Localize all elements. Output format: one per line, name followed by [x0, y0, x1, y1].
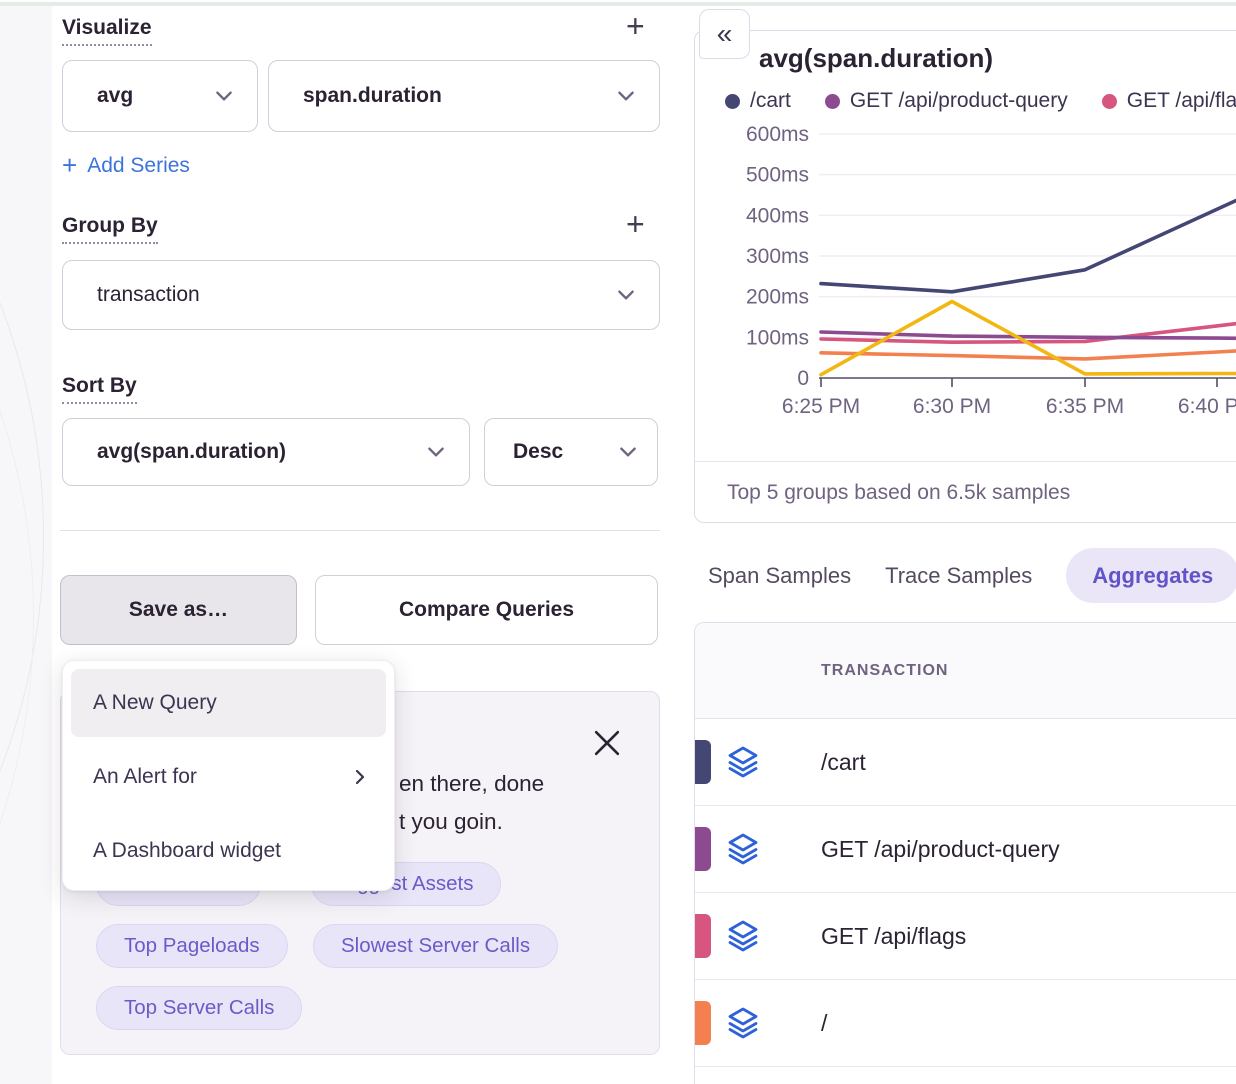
group-by-select[interactable]: transaction: [62, 260, 660, 330]
layers-icon: [725, 744, 761, 780]
table-header-row: TRANSACTION: [695, 623, 1236, 719]
sort-direction-select[interactable]: Desc: [484, 418, 658, 486]
close-icon[interactable]: [594, 730, 620, 756]
chevron-down-icon: [615, 85, 637, 107]
samples-tab-bar: Span Samples Trace Samples Aggregates: [708, 548, 1236, 603]
transaction-cell: /cart: [821, 719, 866, 805]
chart-footer: Top 5 groups based on 6.5k samples: [695, 461, 1236, 523]
menu-item-label: A Dashboard widget: [93, 839, 281, 863]
collapse-panel-button[interactable]: «: [699, 9, 750, 59]
x-axis-tick-label: 6:40 PM: [1178, 395, 1236, 418]
chart-line: [821, 198, 1236, 292]
tab-span-samples[interactable]: Span Samples: [708, 548, 851, 603]
chevron-right-icon: [350, 767, 370, 787]
save-menu-item[interactable]: A New Query: [71, 669, 386, 737]
sort-field-select[interactable]: avg(span.duration): [62, 418, 470, 486]
table-row[interactable]: GET /api/product-query: [695, 806, 1236, 893]
left-rail: [0, 6, 52, 1084]
top-border-line: [0, 2, 1236, 6]
add-visualize-button[interactable]: +: [626, 12, 645, 40]
transaction-column-header: TRANSACTION: [821, 662, 948, 680]
transaction-cell: /: [821, 980, 827, 1066]
table-row[interactable]: GET /api/flags: [695, 893, 1236, 980]
menu-item-label: An Alert for: [93, 765, 197, 789]
y-axis-tick-label: 0: [797, 367, 809, 390]
chevron-down-icon: [425, 441, 447, 463]
table-row[interactable]: /cart: [695, 719, 1236, 806]
layers-icon: [725, 918, 761, 954]
duration-line-chart[interactable]: 0 100ms 200ms 300ms 400ms 500ms 600ms 6:25 PM 6:…: [695, 101, 1236, 431]
aggregate-value: avg: [97, 84, 133, 108]
table-row-partial: [695, 1067, 1236, 1084]
card-text-line: en there, done: [399, 766, 544, 802]
series-color-bar: [695, 827, 711, 871]
series-color-bar: [695, 1001, 711, 1045]
layers-icon: [725, 831, 761, 867]
field-value: span.duration: [303, 84, 442, 108]
transactions-table: TRANSACTION /cartGET /api/product-queryG…: [694, 622, 1236, 1084]
save-as-button[interactable]: Save as…: [60, 575, 297, 645]
plus-icon: +: [62, 150, 77, 180]
chevron-down-icon: [213, 85, 235, 107]
series-color-bar: [695, 914, 711, 958]
save-menu-item[interactable]: An Alert for: [71, 743, 386, 811]
suggested-query-pill[interactable]: Top Pageloads: [96, 924, 288, 968]
section-divider: [60, 530, 660, 531]
background-arc: [0, 6, 34, 1084]
suggested-query-pill[interactable]: Top Server Calls: [96, 986, 302, 1030]
transaction-cell: GET /api/product-query: [821, 806, 1060, 892]
save-as-menu: A New Query An Alert for A Dashboard widge…: [62, 660, 395, 891]
tab-aggregates[interactable]: Aggregates: [1066, 548, 1236, 603]
group-by-heading: Group By: [62, 214, 158, 244]
y-axis-tick-label: 100ms: [746, 326, 809, 349]
table-row[interactable]: /: [695, 980, 1236, 1067]
compare-queries-button[interactable]: Compare Queries: [315, 575, 658, 645]
aggregate-select[interactable]: avg: [62, 60, 258, 132]
x-axis-tick-label: 6:25 PM: [782, 395, 860, 418]
y-axis-tick-label: 500ms: [746, 164, 809, 187]
y-axis-tick-label: 300ms: [746, 245, 809, 268]
chevron-down-icon: [615, 284, 637, 306]
add-group-by-button[interactable]: +: [626, 210, 645, 238]
transaction-cell: GET /api/flags: [821, 893, 966, 979]
sort-field-value: avg(span.duration): [97, 440, 286, 464]
x-axis-tick-label: 6:35 PM: [1046, 395, 1124, 418]
y-axis-tick-label: 600ms: [746, 123, 809, 146]
series-color-bar: [695, 740, 711, 784]
add-series-button[interactable]: +Add Series: [62, 150, 190, 181]
save-menu-item[interactable]: A Dashboard widget: [71, 817, 386, 885]
sort-by-heading: Sort By: [62, 374, 137, 404]
layers-icon: [725, 1005, 761, 1041]
sort-direction-value: Desc: [513, 440, 563, 464]
chevron-down-icon: [617, 441, 639, 463]
tab-trace-samples[interactable]: Trace Samples: [885, 548, 1032, 603]
group-by-value: transaction: [97, 283, 200, 307]
y-axis-tick-label: 400ms: [746, 204, 809, 227]
chart-line: [821, 351, 1236, 359]
field-select[interactable]: span.duration: [268, 60, 660, 132]
visualize-heading: Visualize: [62, 16, 152, 46]
chart-panel: avg(span.duration) /cartGET /api/product…: [694, 30, 1236, 523]
chart-title: avg(span.duration): [759, 43, 993, 74]
menu-item-label: A New Query: [93, 691, 217, 715]
x-axis-tick-label: 6:30 PM: [913, 395, 991, 418]
y-axis-tick-label: 200ms: [746, 286, 809, 309]
suggested-query-pill[interactable]: Slowest Server Calls: [313, 924, 558, 968]
card-text-line: t you goin.: [399, 804, 503, 840]
